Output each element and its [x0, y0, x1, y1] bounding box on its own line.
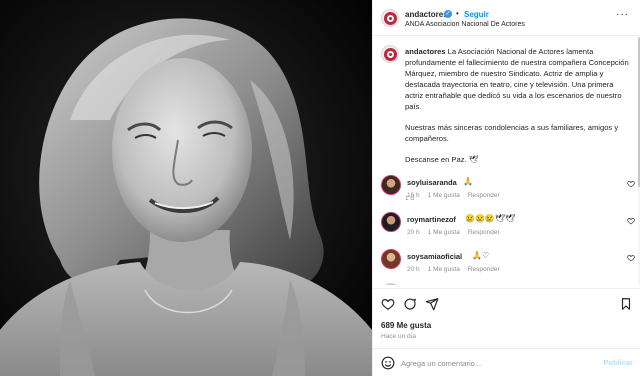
commenter-username[interactable]: soyluisaranda [407, 178, 457, 187]
author-avatar[interactable] [381, 9, 399, 27]
share-icon[interactable] [425, 297, 439, 311]
comment-text: 🙏♡ [472, 251, 490, 260]
comment-likes[interactable]: 1 Me gusta [428, 229, 460, 236]
heart-icon[interactable] [627, 254, 635, 262]
portrait-image [0, 0, 372, 376]
comment-time: 16 h [407, 192, 420, 199]
comment-composer: Publicar [373, 348, 640, 376]
caption-text-3: Descanse en Paz. 🕊 [405, 155, 479, 164]
anda-logo-icon [383, 11, 397, 25]
post-date: Hace un día [381, 333, 417, 340]
comment-likes[interactable]: 1 Me gusta [428, 192, 460, 199]
more-icon[interactable]: ··· [616, 9, 629, 20]
publish-button[interactable]: Publicar [603, 358, 633, 367]
heart-icon[interactable] [627, 180, 635, 188]
emoji-icon[interactable] [381, 356, 395, 370]
post-caption: andactores La Asociación Nacional de Act… [405, 46, 630, 175]
comment-text: 🙏 [463, 177, 473, 186]
comment-input[interactable] [401, 355, 591, 371]
caption-text-1: La Asociación Nacional de Actores lament… [405, 47, 629, 111]
comment-time: 20 h [407, 229, 420, 236]
comment-meta: 20 h 1 Me gusta Responder [407, 229, 508, 236]
commenter-avatar[interactable] [381, 249, 401, 269]
heart-icon[interactable] [381, 297, 395, 311]
comments-scroll-area[interactable]: andactores La Asociación Nacional de Act… [373, 37, 640, 285]
comment-reply-button[interactable]: Responder [468, 266, 500, 273]
comment-meta: 20 h 1 Me gusta Responder [407, 266, 508, 273]
author-subtitle[interactable]: ANDA Asociacion Nacional De Actores [405, 21, 525, 28]
commenter-avatar[interactable] [381, 175, 401, 195]
separator-dot: • [456, 9, 459, 18]
caption-text-2: Nuestras más sinceras condolencias a sus… [405, 123, 619, 143]
caption-avatar[interactable] [381, 45, 399, 63]
bookmark-icon[interactable] [619, 297, 633, 311]
caption-username[interactable]: andactores [405, 47, 446, 56]
commenter-username[interactable]: roymartinezof [407, 215, 456, 224]
commenter-avatar[interactable] [381, 212, 401, 232]
comment-item: roymartinezof 😢😢😢🕊🕊 20 h 1 Me gusta Respon… [373, 212, 640, 248]
comment-reply-button[interactable]: Responder [468, 192, 500, 199]
anda-logo-icon [383, 47, 397, 61]
comment-item: soysamiaoficial 🙏♡ 20 h 1 Me gusta Respond… [373, 249, 640, 285]
verified-icon: ✓ [444, 10, 452, 18]
author-username[interactable]: andactores [405, 10, 448, 19]
comment-text: 😢😢😢🕊🕊 [465, 214, 516, 223]
post-actions: 689 Me gusta Hace un día Publicar [373, 288, 640, 376]
post-photo[interactable] [0, 0, 372, 376]
comment-reply-button[interactable]: Responder [468, 229, 500, 236]
follow-button[interactable]: Seguir [464, 10, 489, 19]
post-panel: andactores ✓ • Seguir ANDA Asociacion Na… [372, 0, 640, 376]
comment-item: soyluisaranda 🙏 16 h 1 Me gusta Responder [373, 175, 640, 211]
comment-likes[interactable]: 1 Me gusta [428, 266, 460, 273]
heart-icon[interactable] [627, 217, 635, 225]
commenter-username[interactable]: soysamiaoficial [407, 252, 462, 261]
likes-count[interactable]: 689 Me gusta [381, 321, 431, 330]
comment-meta: 16 h 1 Me gusta Responder [407, 192, 508, 199]
comment-icon[interactable] [403, 297, 417, 311]
comment-time: 20 h [407, 266, 420, 273]
post-header: andactores ✓ • Seguir ANDA Asociacion Na… [373, 0, 640, 36]
